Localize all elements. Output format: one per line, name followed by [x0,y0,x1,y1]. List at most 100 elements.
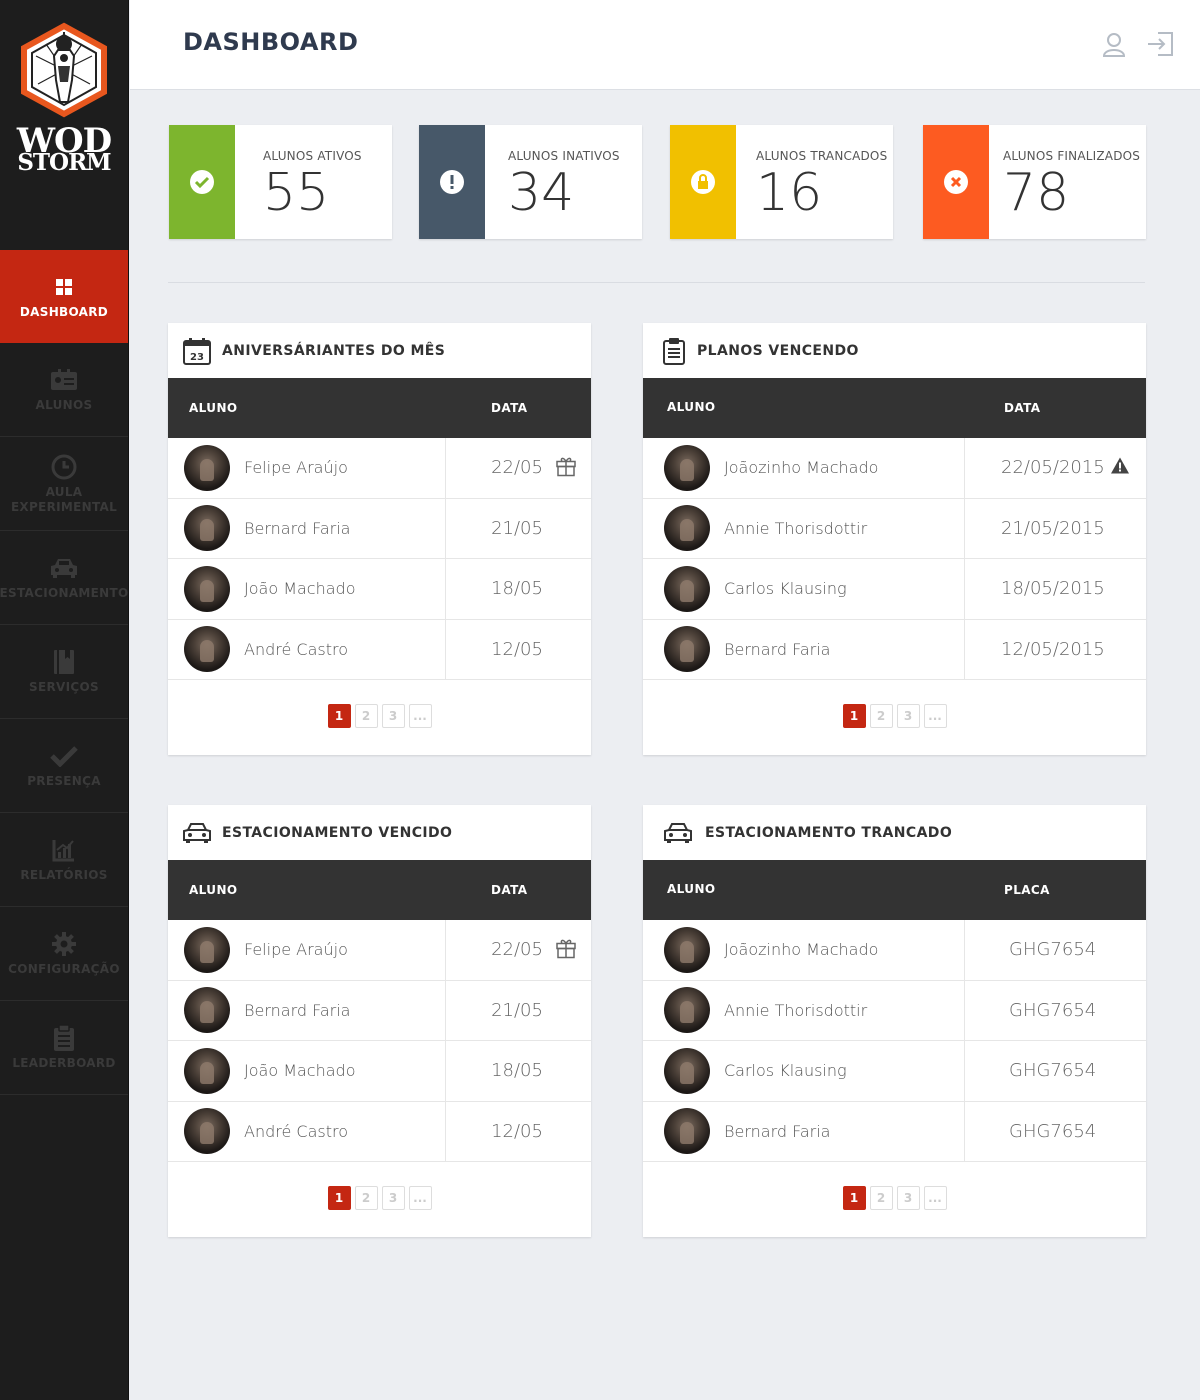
page-button-3[interactable]: 3 [381,1186,405,1210]
table-row[interactable]: Carlos Klausing 18/05/2015 [643,559,1146,620]
page-button-1[interactable]: 1 [842,1186,866,1210]
panel-parking-locked: ESTACIONAMENTO TRANCADO ALUNO PLACA João… [643,805,1146,1237]
table-row[interactable]: Joãozinho Machado GHG7654 [643,920,1146,981]
column-header-data[interactable]: DATA [491,860,527,920]
page-button-2[interactable]: 2 [869,704,893,728]
sidebar-item-leaderboard[interactable]: LEADERBOARD [0,1001,128,1095]
clipboard-list-icon [659,336,689,366]
pagination: 1 2 3 ... [643,1162,1146,1234]
table-row[interactable]: João Machado 18/05 [168,1041,591,1102]
sidebar-item-label: CONFIGURAÇÃO [8,962,120,976]
table-row[interactable]: Bernard Faria 21/05 [168,498,591,559]
gift-icon[interactable] [555,936,577,963]
row-value: 12/05/2015 [1001,638,1105,660]
page-button-more[interactable]: ... [923,1186,947,1210]
column-header-aluno[interactable]: ALUNO [643,860,1004,920]
stat-icon-box [419,125,485,239]
x-circle-icon [944,170,968,194]
sidebar-item-label: DASHBOARD [19,305,109,319]
sidebar-item-presenca[interactable]: PRESENÇA [0,719,128,813]
page-button-2[interactable]: 2 [354,704,378,728]
row-value: GHG7654 [1009,999,1097,1021]
table-row[interactable]: Felipe Araújo 22/05 [168,920,591,981]
panel-title: PLANOS VENCENDO [697,342,859,359]
page-button-2[interactable]: 2 [869,1186,893,1210]
column-header-aluno[interactable]: ALUNO [168,378,491,438]
student-name: André Castro [244,1121,348,1141]
avatar [184,1047,230,1094]
table-row[interactable]: Joãozinho Machado 22/05/2015 [643,438,1146,499]
stat-label: ALUNOS INATIVOS [508,149,620,163]
row-value: 12/05 [491,1120,543,1142]
page-button-3[interactable]: 3 [896,704,920,728]
student-name: Bernard Faria [724,1121,831,1141]
logo[interactable]: WOD STORM [0,0,128,250]
clock-icon [50,453,78,481]
table-row[interactable]: Felipe Araújo 22/05 [168,438,591,499]
table-row[interactable]: Annie Thorisdottir 21/05/2015 [643,498,1146,559]
student-name: Annie Thorisdottir [724,518,868,538]
student-name: João Machado [244,1061,356,1081]
table-row[interactable]: João Machado 18/05 [168,559,591,620]
column-header-placa[interactable]: PLACA [1004,860,1050,920]
check-circle-icon [190,170,214,194]
table-row[interactable]: André Castro 12/05 [168,1101,591,1162]
stat-card-ativos[interactable]: ALUNOS ATIVOS 55 [169,125,392,239]
check-icon [50,742,78,770]
user-icon[interactable] [1100,30,1128,58]
page-button-1[interactable]: 1 [327,1186,351,1210]
logout-icon[interactable] [1146,30,1174,58]
page-button-1[interactable]: 1 [842,704,866,728]
table-row[interactable]: Carlos Klausing GHG7654 [643,1041,1146,1102]
page-button-1[interactable]: 1 [327,704,351,728]
page-button-more[interactable]: ... [408,704,432,728]
gift-icon[interactable] [555,454,577,481]
sidebar-item-relatorios[interactable]: RELATÓRIOS [0,813,128,907]
table-row[interactable]: Bernard Faria 12/05/2015 [643,619,1146,680]
stat-card-inativos[interactable]: ALUNOS INATIVOS 34 [419,125,642,239]
section-divider [168,282,1145,283]
row-value: 18/05 [491,578,543,600]
row-value: 22/05 [491,939,543,961]
table-row[interactable]: Bernard Faria GHG7654 [643,1101,1146,1162]
sidebar-item-servicos[interactable]: SERVIÇOS [0,625,128,719]
column-header-data[interactable]: DATA [491,378,527,438]
clipboard-icon [50,1024,78,1052]
table-header: ALUNO DATA [168,378,591,438]
car-icon [50,554,78,582]
sidebar-item-estacionamento[interactable]: ESTACIONAMENTO [0,531,128,625]
row-value: 12/05 [491,638,543,660]
avatar [664,626,710,673]
row-value: 21/05 [491,999,543,1021]
column-header-aluno[interactable]: ALUNO [643,378,1004,438]
avatar [184,926,230,973]
page-button-more[interactable]: ... [923,704,947,728]
page-button-3[interactable]: 3 [381,704,405,728]
sidebar-item-configuracao[interactable]: CONFIGURAÇÃO [0,907,128,1001]
table-row[interactable]: Annie Thorisdottir GHG7654 [643,980,1146,1041]
warning-icon[interactable] [1110,456,1130,479]
row-value: GHG7654 [1009,939,1097,961]
student-name: Annie Thorisdottir [724,1000,868,1020]
row-value: 21/05/2015 [1001,517,1105,539]
sidebar-item-dashboard[interactable]: DASHBOARD [0,250,128,343]
table-row[interactable]: Bernard Faria 21/05 [168,980,591,1041]
sidebar-item-aula-experimental[interactable]: AULA EXPERIMENTAL [0,437,128,531]
column-header-aluno[interactable]: ALUNO [168,860,491,920]
student-name: Carlos Klausing [724,1061,847,1081]
stat-card-finalizados[interactable]: ALUNOS FINALIZADOS 78 [923,125,1146,239]
row-value: 22/05/2015 [1001,457,1105,479]
page-button-more[interactable]: ... [408,1186,432,1210]
page-button-2[interactable]: 2 [354,1186,378,1210]
page-button-3[interactable]: 3 [896,1186,920,1210]
stat-label: ALUNOS TRANCADOS [756,149,888,163]
stat-card-trancados[interactable]: ALUNOS TRANCADOS 16 [670,125,893,239]
table-row[interactable]: André Castro 12/05 [168,619,591,680]
sidebar-item-alunos[interactable]: ALUNOS [0,343,128,437]
avatar [664,1108,710,1155]
column-header-data[interactable]: DATA [1004,378,1040,438]
avatar [184,987,230,1034]
row-value: 21/05 [491,517,543,539]
lock-circle-icon [691,170,715,194]
table-header: ALUNO PLACA [643,860,1146,920]
